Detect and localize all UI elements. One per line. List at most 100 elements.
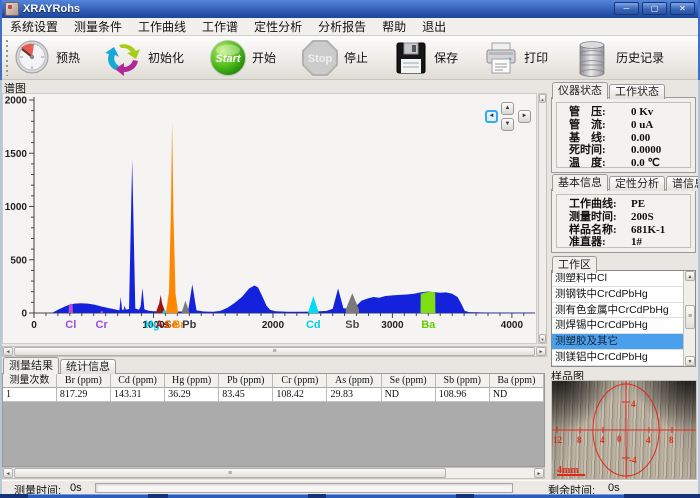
series-spectrum — [52, 160, 534, 313]
series-Cl-band — [69, 304, 73, 313]
history-icon — [573, 39, 611, 77]
start-label: 开始 — [252, 49, 276, 66]
scroll-left-icon[interactable]: ◄ — [3, 468, 13, 478]
tab-statistics[interactable]: 统计信息 — [60, 359, 116, 374]
workspace-item-mg-al[interactable]: 测镁铝中CrCdPbHg — [552, 350, 683, 366]
svg-text:4000: 4000 — [501, 320, 524, 331]
workspace-list-scrollbar[interactable]: ▲ ≡ ▼ — [683, 271, 695, 366]
tab-measure-results[interactable]: 测量结果 — [3, 357, 59, 374]
tab-instrument-status[interactable]: 仪器状态 — [552, 82, 608, 99]
menu-analysis-report[interactable]: 分析报告 — [310, 18, 374, 35]
status-bar: 测量时间: 0s 剩余时间: 0s — [0, 480, 700, 495]
menu-measure-conditions[interactable]: 测量条件 — [66, 18, 130, 35]
pan-down-button[interactable]: ▼ — [501, 118, 514, 131]
svg-text:Sb: Sb — [345, 319, 359, 331]
stop-icon: Stop — [301, 39, 339, 77]
col-cr: Cr (ppm) — [273, 374, 327, 388]
scroll-up-icon[interactable]: ▲ — [685, 271, 695, 281]
col-measure-count: 测量次数 — [3, 374, 57, 388]
taskbar-button — [168, 494, 308, 498]
cell-sb: 108.96 — [436, 388, 490, 402]
print-button[interactable]: 打印 — [483, 40, 548, 76]
menu-help[interactable]: 帮助 — [374, 18, 414, 35]
svg-text:0: 0 — [31, 320, 37, 331]
sample-reticle-overlay: 12 8 4 0 4 8 4 -4 4mm — [552, 381, 696, 479]
pan-up-button[interactable]: ▲ — [501, 102, 514, 115]
scroll-right-icon[interactable]: ► — [534, 468, 544, 478]
col-sb: Sb (ppm) — [436, 374, 490, 388]
workspace-scroll-thumb[interactable]: ≡ — [685, 305, 695, 329]
tab-basic-info[interactable]: 基本信息 — [552, 174, 608, 191]
col-cd: Cd (ppm) — [111, 374, 165, 388]
tab-spectrum-info[interactable]: 谱信息 — [666, 176, 700, 191]
workspace-item-plastic-other[interactable]: 测塑胶及其它 — [552, 334, 683, 350]
scroll-right-icon[interactable]: ► — [536, 347, 546, 356]
preheat-button[interactable]: 预热 — [14, 39, 80, 76]
toolbar: 预热 初始化 Start — [2, 36, 698, 80]
tube-voltage-row: 管 压:0 Kv — [557, 106, 690, 119]
menu-work-spectrum[interactable]: 工作谱 — [194, 18, 246, 35]
taskbar-sliver — [0, 494, 700, 498]
cell-as: 29.83 — [327, 388, 381, 402]
refresh-icon — [105, 39, 143, 77]
series-Br-peak — [166, 121, 178, 313]
chart-horizontal-scrollbar[interactable]: ◄ ≡ ► — [2, 346, 547, 357]
svg-text:8: 8 — [577, 435, 582, 445]
dead-time-row: 死时间:0.0000 — [557, 144, 690, 157]
initialize-label: 初始化 — [148, 49, 184, 66]
table-horizontal-scrollbar[interactable]: ◄ ≡ ► — [2, 467, 545, 479]
col-se: Se (ppm) — [382, 374, 436, 388]
menu-work-curve[interactable]: 工作曲线 — [130, 18, 194, 35]
scroll-up-icon[interactable]: ▲ — [539, 94, 546, 103]
chart-hscroll-thumb[interactable]: ≡ — [14, 347, 535, 356]
spectrum-group-label: 谱图 — [4, 80, 26, 96]
svg-text:4: 4 — [631, 399, 636, 409]
cell-se: ND — [382, 388, 436, 402]
initialize-button[interactable]: 初始化 — [105, 39, 184, 77]
chart-vertical-scrollbar[interactable]: ▲ ▼ — [538, 93, 547, 344]
close-button[interactable]: ✕ — [670, 2, 695, 15]
workspace-item-solder[interactable]: 测焊锡中CrCdPbHg — [552, 318, 683, 334]
baseline-row: 基 线:0.00 — [557, 132, 690, 145]
workspace-item-nonferrous[interactable]: 测有色金属中CrCdPbHg — [552, 303, 683, 319]
table-hscroll-thumb[interactable]: ≡ — [14, 468, 446, 478]
print-icon — [483, 40, 519, 76]
svg-text:2000: 2000 — [262, 320, 285, 331]
measure-time-row: 测量时间:200S — [557, 211, 690, 224]
stop-button[interactable]: Stop 停止 — [301, 39, 368, 77]
maximize-button[interactable]: ▢ — [642, 2, 667, 15]
taskbar-button — [326, 494, 456, 498]
pan-right-button[interactable]: ► — [518, 110, 531, 123]
scroll-left-icon[interactable]: ◄ — [3, 347, 13, 356]
workspace-item-plastic-cl[interactable]: 测塑料中Cl — [552, 271, 683, 287]
remain-time-value: 0s — [608, 482, 620, 494]
info-tabs: 基本信息 定性分析 谱信息 — [552, 174, 700, 191]
workspace-item-steel[interactable]: 测钢铁中CrCdPbHg — [552, 287, 683, 303]
svg-text:4: 4 — [646, 435, 651, 445]
svg-text:-4: -4 — [629, 455, 637, 465]
minimize-button[interactable]: ─ — [614, 2, 639, 15]
history-button[interactable]: 历史记录 — [573, 39, 664, 77]
save-button[interactable]: 保存 — [393, 40, 458, 76]
spectrum-chart-area[interactable]: 050010001500200001000200030004000ClCrHgA… — [2, 93, 537, 344]
svg-text:1000: 1000 — [5, 202, 28, 213]
results-table[interactable]: 测量次数 Br (ppm) Cd (ppm) Hg (ppm) Pb (ppm)… — [2, 373, 545, 467]
tab-work-status[interactable]: 工作状态 — [609, 84, 665, 99]
scroll-down-icon[interactable]: ▼ — [685, 356, 695, 366]
tab-qualitative[interactable]: 定性分析 — [609, 176, 665, 191]
cell-ba: ND — [490, 388, 544, 402]
series-Ba-band — [421, 292, 436, 313]
scroll-down-icon[interactable]: ▼ — [539, 334, 546, 343]
window-border-left — [0, 0, 2, 498]
tab-workspace[interactable]: 工作区 — [552, 256, 597, 273]
menu-qualitative-analysis[interactable]: 定性分析 — [246, 18, 310, 35]
pan-left-button[interactable]: ◄ — [485, 110, 498, 123]
table-row[interactable]: 1 817.29 143.31 36.29 83.45 108.42 29.83… — [3, 388, 544, 402]
start-button[interactable]: Start 开始 — [209, 39, 276, 77]
workspace-list[interactable]: 测塑料中Cl 测钢铁中CrCdPbHg 测有色金属中CrCdPbHg 测焊锡中C… — [551, 270, 696, 367]
taskbar-button — [28, 494, 148, 498]
cell-pb: 83.45 — [219, 388, 273, 402]
menu-system-settings[interactable]: 系统设置 — [2, 18, 66, 35]
menu-exit[interactable]: 退出 — [414, 18, 454, 35]
svg-text:0: 0 — [617, 434, 622, 444]
